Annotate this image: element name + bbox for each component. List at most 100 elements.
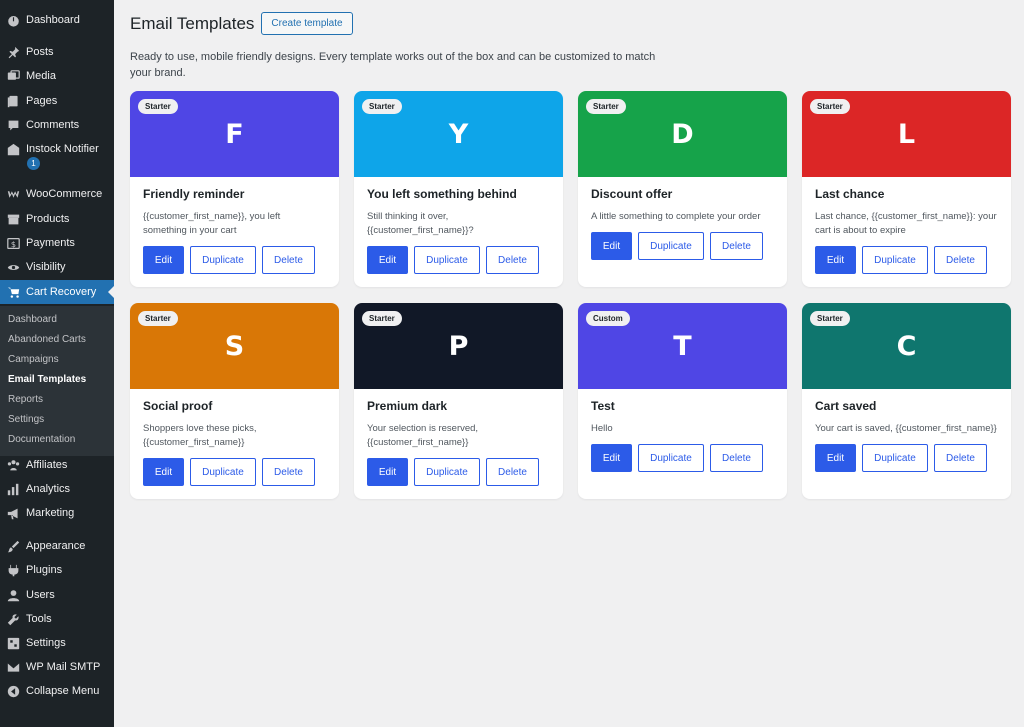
template-title: Discount offer xyxy=(591,187,673,201)
submenu-item-dashboard[interactable]: Dashboard xyxy=(0,310,114,330)
sidebar-item-media[interactable]: Media xyxy=(0,64,114,88)
delete-button[interactable]: Delete xyxy=(262,246,315,274)
submenu-item-settings[interactable]: Settings xyxy=(0,410,114,430)
template-preview[interactable]: Starter C xyxy=(802,303,1011,389)
duplicate-button[interactable]: Duplicate xyxy=(414,458,480,486)
sidebar-item-comments[interactable]: Comments xyxy=(0,113,114,137)
woo-icon xyxy=(7,188,20,201)
delete-button[interactable]: Delete xyxy=(262,458,315,486)
template-preview[interactable]: Custom T xyxy=(578,303,787,389)
sidebar-item-instock-notifier[interactable]: Instock Notifier xyxy=(0,137,114,161)
sidebar-item-collapse-menu[interactable]: Collapse Menu xyxy=(0,679,114,703)
edit-button[interactable]: Edit xyxy=(367,246,408,274)
edit-button[interactable]: Edit xyxy=(367,458,408,486)
template-actions: Edit Duplicate Delete xyxy=(591,444,774,472)
template-actions: Edit Duplicate Delete xyxy=(143,246,326,274)
sidebar-item-woocommerce[interactable]: WooCommerce xyxy=(0,182,114,206)
template-card: Starter P Premium dark Your selection is re… xyxy=(354,303,563,499)
template-title: Premium dark xyxy=(367,399,448,413)
edit-button[interactable]: Edit xyxy=(815,246,856,274)
template-body: Cart saved Your cart is saved, {{customer… xyxy=(802,389,1011,472)
edit-button[interactable]: Edit xyxy=(815,444,856,472)
template-card: Starter Y You left something behind Still t… xyxy=(354,91,563,287)
delete-button[interactable]: Delete xyxy=(934,444,987,472)
sidebar-item-dashboard[interactable]: Dashboard xyxy=(0,8,114,32)
sidebar-item-payments[interactable]: $ Payments xyxy=(0,231,114,255)
template-preview[interactable]: Starter S xyxy=(130,303,339,389)
template-actions: Edit Duplicate Delete xyxy=(815,246,998,274)
sidebar-item-plugins[interactable]: Plugins xyxy=(0,558,114,582)
duplicate-button[interactable]: Duplicate xyxy=(638,232,704,260)
sidebar-item-tools[interactable]: Tools xyxy=(0,607,114,631)
sidebar-item-label: Tools xyxy=(26,613,52,625)
template-initial: L xyxy=(897,118,916,150)
template-type-badge: Starter xyxy=(586,99,626,114)
template-type-badge: Starter xyxy=(362,311,402,326)
template-title: Last chance xyxy=(815,187,885,201)
sidebar-item-label: Posts xyxy=(26,46,54,58)
sidebar-item-label: Collapse Menu xyxy=(26,685,100,697)
duplicate-button[interactable]: Duplicate xyxy=(862,246,928,274)
sidebar-item-analytics[interactable]: Analytics xyxy=(0,477,114,501)
collapse-icon xyxy=(7,685,20,698)
sidebar-item-affiliates[interactable]: Affiliates xyxy=(0,453,114,477)
sidebar-item-appearance[interactable]: Appearance xyxy=(0,534,114,558)
edit-button[interactable]: Edit xyxy=(591,232,632,260)
sidebar-item-users[interactable]: Users xyxy=(0,583,114,607)
template-preview[interactable]: Starter L xyxy=(802,91,1011,177)
submenu-item-abandoned-carts[interactable]: Abandoned Carts xyxy=(0,330,114,350)
delete-button[interactable]: Delete xyxy=(710,232,763,260)
comment-icon xyxy=(7,119,20,132)
template-preview[interactable]: Starter F xyxy=(130,91,339,177)
template-actions: Edit Duplicate Delete xyxy=(591,232,774,260)
template-initial: F xyxy=(225,118,244,150)
template-subject: Last chance, {{customer_first_name}}: yo… xyxy=(815,211,997,236)
template-title: Test xyxy=(591,399,615,413)
page-header: Email Templates Create template xyxy=(130,12,353,35)
submenu-item-email-templates[interactable]: Email Templates xyxy=(0,370,114,390)
dashboard-icon xyxy=(7,14,20,27)
template-subject: Hello xyxy=(591,423,613,434)
duplicate-button[interactable]: Duplicate xyxy=(638,444,704,472)
template-body: Test Hello Edit Duplicate Delete xyxy=(578,389,787,472)
sidebar-item-visibility[interactable]: Visibility xyxy=(0,255,114,279)
sidebar-item-pages[interactable]: Pages xyxy=(0,89,114,113)
submenu-item-reports[interactable]: Reports xyxy=(0,390,114,410)
edit-button[interactable]: Edit xyxy=(591,444,632,472)
archive-icon xyxy=(7,213,20,226)
sidebar-item-posts[interactable]: Posts xyxy=(0,40,114,64)
template-preview[interactable]: Starter P xyxy=(354,303,563,389)
sidebar-item-settings[interactable]: Settings xyxy=(0,631,114,655)
edit-button[interactable]: Edit xyxy=(143,246,184,274)
create-template-button[interactable]: Create template xyxy=(261,12,353,35)
template-type-badge: Starter xyxy=(138,99,178,114)
duplicate-button[interactable]: Duplicate xyxy=(190,458,256,486)
eye-icon xyxy=(7,261,20,274)
template-actions: Edit Duplicate Delete xyxy=(367,458,550,486)
sidebar-item-label: Instock Notifier xyxy=(26,143,99,155)
sidebar-item-cart-recovery[interactable]: Cart Recovery xyxy=(0,280,114,304)
submenu-item-campaigns[interactable]: Campaigns xyxy=(0,350,114,370)
duplicate-button[interactable]: Duplicate xyxy=(190,246,256,274)
duplicate-button[interactable]: Duplicate xyxy=(414,246,480,274)
template-preview[interactable]: Starter Y xyxy=(354,91,563,177)
template-title: Friendly reminder xyxy=(143,187,245,201)
delete-button[interactable]: Delete xyxy=(934,246,987,274)
delete-button[interactable]: Delete xyxy=(486,458,539,486)
template-actions: Edit Duplicate Delete xyxy=(815,444,998,472)
sidebar-item-wp-mail-smtp[interactable]: WP Mail SMTP xyxy=(0,655,114,679)
template-card: Custom T Test Hello Edit Duplicate Delete xyxy=(578,303,787,499)
delete-button[interactable]: Delete xyxy=(710,444,763,472)
submenu-item-documentation[interactable]: Documentation xyxy=(0,430,114,450)
duplicate-button[interactable]: Duplicate xyxy=(862,444,928,472)
delete-button[interactable]: Delete xyxy=(486,246,539,274)
template-preview[interactable]: Starter D xyxy=(578,91,787,177)
edit-button[interactable]: Edit xyxy=(143,458,184,486)
template-body: Premium dark Your selection is reserved, … xyxy=(354,389,563,486)
page-intro: Ready to use, mobile friendly designs. E… xyxy=(130,51,656,79)
sidebar-item-products[interactable]: Products xyxy=(0,207,114,231)
megaphone-icon xyxy=(7,507,20,520)
sidebar-item-label: Products xyxy=(26,213,70,225)
sidebar-item-marketing[interactable]: Marketing xyxy=(0,501,114,525)
template-body: Last chance Last chance, {{customer_first… xyxy=(802,177,1011,274)
